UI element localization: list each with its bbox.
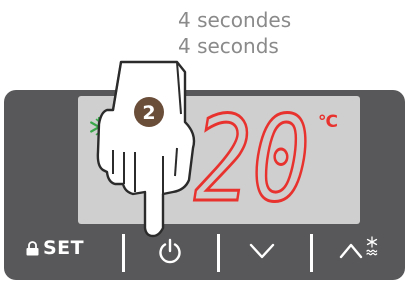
chevron-up-icon bbox=[339, 243, 363, 259]
divider bbox=[217, 234, 220, 272]
divider bbox=[122, 234, 125, 272]
lock-icon bbox=[26, 240, 39, 255]
down-button[interactable] bbox=[248, 240, 276, 262]
power-button[interactable] bbox=[156, 238, 184, 266]
temperature-readout: 20 bbox=[193, 104, 311, 208]
chevron-down-icon bbox=[249, 243, 275, 259]
temperature-unit: °C bbox=[318, 112, 338, 132]
step-badge-number: 2 bbox=[142, 102, 155, 124]
up-defrost-button[interactable] bbox=[338, 234, 386, 264]
temperature-value: 20 bbox=[194, 104, 310, 208]
defrost-icon bbox=[366, 236, 378, 256]
lock-set-button[interactable]: SET bbox=[26, 238, 84, 258]
pointing-hand-icon: 2 bbox=[96, 60, 196, 238]
set-button-label: SET bbox=[43, 237, 85, 259]
duration-caption-french: 4 secondes bbox=[178, 8, 292, 32]
divider bbox=[310, 234, 313, 272]
